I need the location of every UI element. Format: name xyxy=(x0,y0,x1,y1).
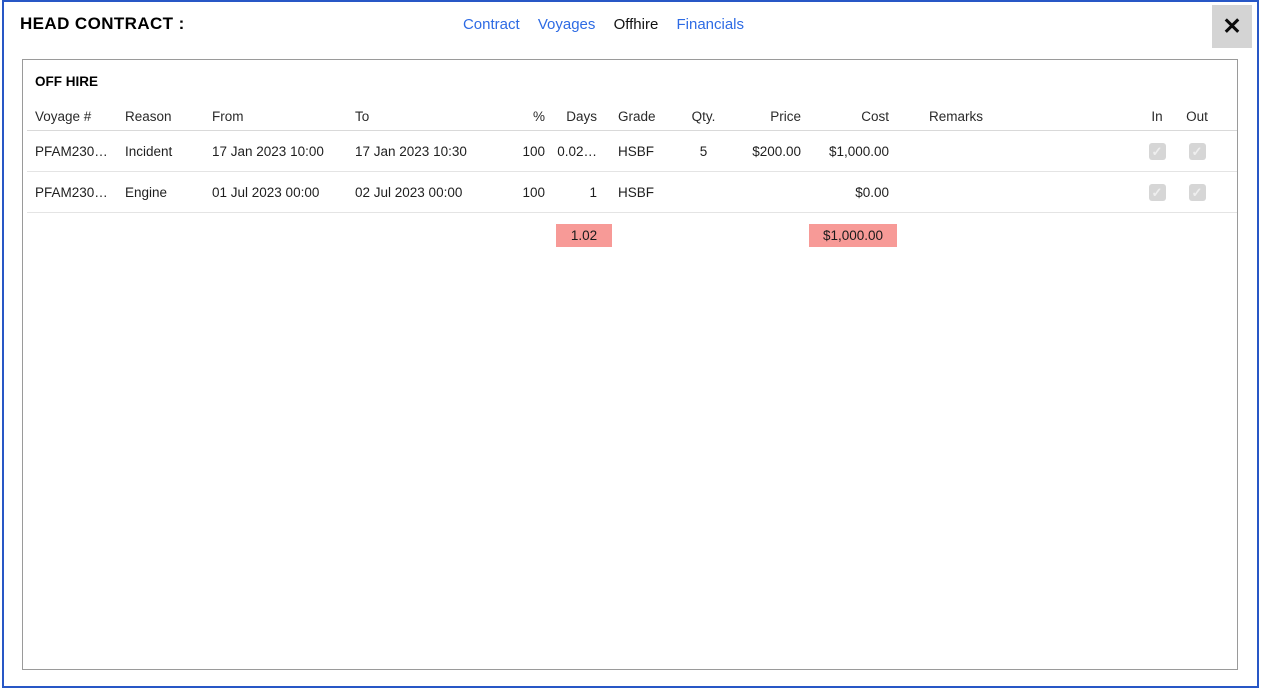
cell-days: 0.02… xyxy=(545,144,597,159)
in-checkbox[interactable]: ✓ xyxy=(1149,143,1166,160)
cell-to: 17 Jan 2023 10:30 xyxy=(355,144,501,159)
check-icon: ✓ xyxy=(1152,144,1163,159)
check-icon: ✓ xyxy=(1192,185,1203,200)
cell-qty: 5 xyxy=(678,144,729,159)
cell-voyage: PFAM230… xyxy=(27,144,125,159)
col-header-pct: % xyxy=(501,109,545,124)
in-checkbox[interactable]: ✓ xyxy=(1149,184,1166,201)
col-header-to: To xyxy=(355,109,501,124)
cell-days: 1 xyxy=(545,185,597,200)
cell-from: 17 Jan 2023 10:00 xyxy=(212,144,355,159)
check-icon: ✓ xyxy=(1192,144,1203,159)
cell-voyage: PFAM230… xyxy=(27,185,125,200)
cell-from: 01 Jul 2023 00:00 xyxy=(212,185,355,200)
col-header-price: Price xyxy=(729,109,801,124)
table-row: PFAM230… Incident 17 Jan 2023 10:00 17 J… xyxy=(27,131,1237,172)
cell-grade: HSBF xyxy=(597,144,678,159)
modal-header: HEAD CONTRACT : Contract Voyages Offhire… xyxy=(4,2,1257,52)
out-checkbox[interactable]: ✓ xyxy=(1189,143,1206,160)
col-header-qty: Qty. xyxy=(678,109,729,124)
offhire-table: Voyage # Reason From To % Days Grade Qty… xyxy=(27,103,1237,257)
table-row: PFAM230… Engine 01 Jul 2023 00:00 02 Jul… xyxy=(27,172,1237,213)
totals-row: 1.02 $1,000.00 xyxy=(27,213,1237,257)
col-header-days: Days xyxy=(545,109,597,124)
offhire-section-title: OFF HIRE xyxy=(35,74,1237,89)
cell-pct: 100 xyxy=(501,185,545,200)
col-header-cost: Cost xyxy=(801,109,889,124)
total-cost-badge: $1,000.00 xyxy=(809,224,897,247)
cell-grade: HSBF xyxy=(597,185,678,200)
close-button[interactable]: ✕ xyxy=(1212,5,1252,48)
close-icon: ✕ xyxy=(1222,13,1241,40)
cell-reason: Incident xyxy=(125,144,212,159)
col-header-in: In xyxy=(1139,109,1175,124)
out-checkbox[interactable]: ✓ xyxy=(1189,184,1206,201)
check-icon: ✓ xyxy=(1152,185,1163,200)
cell-pct: 100 xyxy=(501,144,545,159)
table-header-row: Voyage # Reason From To % Days Grade Qty… xyxy=(27,103,1237,131)
nav-link-offhire[interactable]: Offhire xyxy=(614,16,659,33)
col-header-reason: Reason xyxy=(125,109,212,124)
cell-reason: Engine xyxy=(125,185,212,200)
cell-cost: $0.00 xyxy=(801,185,889,200)
nav-link-voyages[interactable]: Voyages xyxy=(538,16,596,33)
col-header-out: Out xyxy=(1175,109,1219,124)
cell-price: $200.00 xyxy=(729,144,801,159)
nav-link-financials[interactable]: Financials xyxy=(676,16,744,33)
col-header-grade: Grade xyxy=(597,109,678,124)
total-days-badge: 1.02 xyxy=(556,224,612,247)
col-header-from: From xyxy=(212,109,355,124)
col-header-voyage: Voyage # xyxy=(27,109,125,124)
cell-to: 02 Jul 2023 00:00 xyxy=(355,185,501,200)
cell-cost: $1,000.00 xyxy=(801,144,889,159)
col-header-remarks: Remarks xyxy=(889,109,1139,124)
modal-nav: Contract Voyages Offhire Financials xyxy=(0,16,1257,33)
head-contract-modal: HEAD CONTRACT : Contract Voyages Offhire… xyxy=(2,0,1259,688)
nav-link-contract[interactable]: Contract xyxy=(463,16,520,33)
offhire-panel: OFF HIRE Voyage # Reason From To % Days … xyxy=(22,59,1238,670)
